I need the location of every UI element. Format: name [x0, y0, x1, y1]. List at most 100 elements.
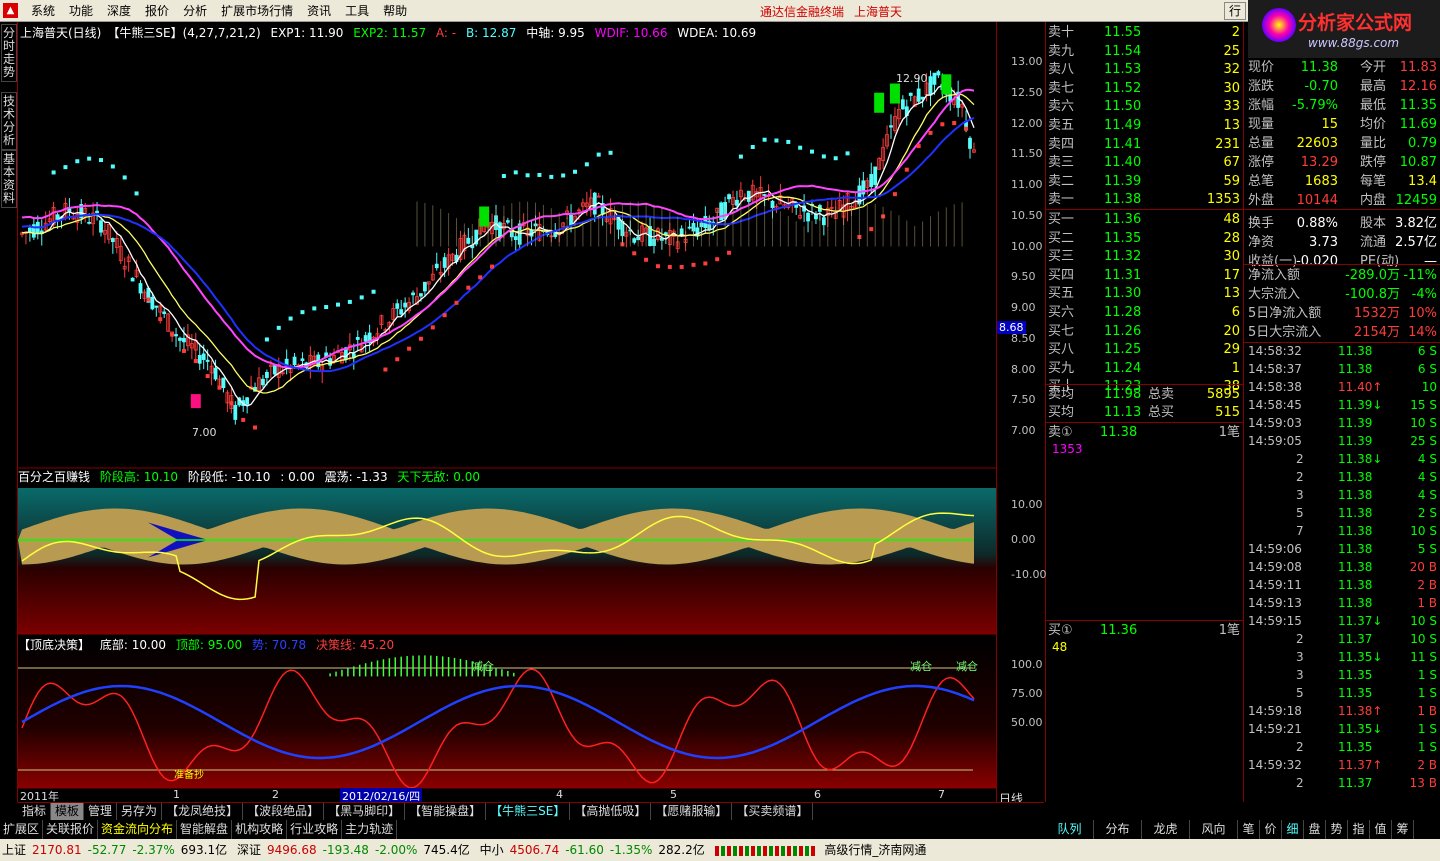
buy1-row[interactable]: 买① 11.36 1笔	[1046, 622, 1244, 640]
left-tab-0[interactable]: 分时走势	[1, 24, 17, 82]
buy-row[interactable]: 买四 11.31 17	[1046, 267, 1244, 285]
stop-dot	[561, 173, 566, 178]
quote-value: 10144	[1296, 193, 1338, 208]
sell-row[interactable]: 卖五 11.49 13	[1046, 117, 1244, 135]
quote-value: -5.79%	[1292, 98, 1338, 113]
right-tab-9[interactable]: 指	[1348, 820, 1370, 839]
sell1-row[interactable]: 卖① 11.38 1笔	[1046, 424, 1244, 442]
sell-row[interactable]: 卖二 11.39 59	[1046, 173, 1244, 191]
buy-row[interactable]: 买八 11.25 29	[1046, 341, 1244, 359]
buy-row[interactable]: 买六 11.28 6	[1046, 304, 1244, 322]
price-tick: 9.50	[1011, 270, 1036, 284]
candle-body	[498, 222, 502, 239]
menu-item-4[interactable]: 分析	[176, 3, 214, 19]
price-tick: 10.00	[1011, 239, 1043, 253]
right-tab-8[interactable]: 势	[1326, 820, 1348, 839]
template-tab-6[interactable]: 【黑马脚印】	[324, 803, 406, 820]
window-button[interactable]: 行	[1224, 2, 1246, 20]
right-tab-6[interactable]: 细	[1282, 820, 1304, 839]
quote-label: 外盘	[1248, 193, 1275, 208]
sell-row[interactable]: 卖十 11.55 2	[1046, 24, 1244, 42]
right-tab-2[interactable]: 龙虎	[1142, 820, 1190, 839]
right-tab-7[interactable]: 盘	[1304, 820, 1326, 839]
tick-volume: 4 S	[1417, 470, 1437, 484]
tick-row: 14:58:38 11.40↑ 10	[1244, 378, 1440, 396]
sell-row[interactable]: 卖三 11.40 67	[1046, 154, 1244, 172]
buy-row[interactable]: 买五 11.30 13	[1046, 285, 1244, 303]
buy-row[interactable]: 买九 11.24 1	[1046, 360, 1244, 378]
stop-dot	[821, 154, 826, 159]
template-tab-7[interactable]: 【智能操盘】	[405, 803, 487, 820]
chart-svg[interactable]	[18, 22, 996, 802]
candle-body	[735, 199, 739, 206]
sell-row[interactable]: 卖九 11.54 25	[1046, 43, 1244, 61]
template-tab-9[interactable]: 【高抛低吸】	[570, 803, 652, 820]
tick-time: 14:59:05	[1248, 434, 1302, 448]
right-tab-4[interactable]: 笔	[1238, 820, 1260, 839]
template-tab-1[interactable]: 模板	[51, 803, 85, 820]
template-tab-8[interactable]: 【牛熊三SE】	[486, 803, 571, 820]
time-m6: 6	[814, 788, 821, 801]
stop-dot	[300, 310, 305, 315]
right-tab-5[interactable]: 价	[1260, 820, 1282, 839]
sell-row[interactable]: 卖六 11.50 33	[1046, 98, 1244, 116]
extension-tab-1[interactable]: 关联报价	[43, 820, 99, 839]
sell-price: 11.49	[1104, 118, 1142, 133]
buy-row[interactable]: 买一 11.36 48	[1046, 211, 1244, 229]
template-tab-5[interactable]: 【波段绝品】	[243, 803, 325, 820]
tick-row: 14:59:03 11.39 10 S	[1244, 414, 1440, 432]
right-tab-11[interactable]: 筹	[1392, 820, 1414, 839]
buy-row[interactable]: 买三 11.32 30	[1046, 248, 1244, 266]
extension-tab-2[interactable]: 资金流向分布	[98, 820, 178, 839]
menu-item-6[interactable]: 资讯	[300, 3, 338, 19]
template-tab-10[interactable]: 【愿赌服输】	[651, 803, 733, 820]
right-tab-1[interactable]: 分布	[1094, 820, 1142, 839]
candle-body	[272, 365, 277, 375]
buy-row[interactable]: 买二 11.35 28	[1046, 230, 1244, 248]
template-tab-0[interactable]: 指标	[18, 803, 52, 820]
template-tab-3[interactable]: 另存为	[117, 803, 163, 820]
sell-row[interactable]: 卖八 11.53 32	[1046, 61, 1244, 79]
pane2-title[interactable]: 百分之百赚钱	[18, 470, 90, 484]
right-tab-3[interactable]: 风向	[1190, 820, 1238, 839]
menu-item-0[interactable]: 系统	[24, 3, 62, 19]
quote-label: 今开	[1360, 60, 1387, 75]
stop-dot	[134, 191, 139, 196]
sell-volume: 25	[1223, 43, 1240, 59]
tick-volume: 15 S	[1410, 398, 1437, 412]
quote-value: 11.35	[1399, 98, 1437, 113]
template-tab-2[interactable]: 管理	[84, 803, 118, 820]
sell-row[interactable]: 卖四 11.41 231	[1046, 136, 1244, 154]
quote-row: 涨幅 -5.79% 最低 11.35	[1244, 96, 1440, 115]
tick-volume: 2 S	[1417, 506, 1437, 520]
app-icon[interactable]: ▲	[3, 3, 18, 18]
menu-item-7[interactable]: 工具	[338, 3, 376, 19]
extension-tab-4[interactable]: 机构攻略	[232, 820, 288, 839]
buy-row[interactable]: 买七 11.26 20	[1046, 323, 1244, 341]
stop-dot	[253, 425, 258, 430]
template-tab-4[interactable]: 【龙凤绝技】	[162, 803, 244, 820]
quote-value: 13.4	[1408, 174, 1437, 189]
template-tab-11[interactable]: 【买卖频谱】	[732, 803, 814, 820]
menu-item-8[interactable]: 帮助	[376, 3, 414, 19]
right-tab-0[interactable]: 队列	[1046, 820, 1094, 839]
pane3-title[interactable]: 【顶底决策】	[18, 638, 90, 652]
left-tab-2[interactable]: 基本资料	[1, 150, 17, 208]
right-tab-10[interactable]: 值	[1370, 820, 1392, 839]
menu-item-3[interactable]: 报价	[138, 3, 176, 19]
menu-item-2[interactable]: 深度	[100, 3, 138, 19]
hq-label[interactable]: 高级行情_济南网通	[824, 843, 926, 857]
candle-body	[916, 88, 921, 102]
chart-area[interactable]: 上海普天(日线) 【牛熊三SE】(4,27,7,21,2) EXP1: 11.90…	[18, 22, 996, 804]
menu-item-1[interactable]: 功能	[62, 3, 100, 19]
extension-tab-5[interactable]: 行业攻略	[287, 820, 343, 839]
left-tab-1[interactable]: 技术分析	[1, 92, 17, 150]
extension-tab-6[interactable]: 主力轨迹	[342, 820, 398, 839]
menu-item-5[interactable]: 扩展市场行情	[214, 3, 300, 19]
extension-tab-3[interactable]: 智能解盘	[177, 820, 233, 839]
indicator-name[interactable]: 【牛熊三SE】	[107, 26, 182, 40]
sell-row[interactable]: 卖一 11.38 1353	[1046, 191, 1244, 209]
sell-row[interactable]: 卖七 11.52 30	[1046, 80, 1244, 98]
extension-tab-0[interactable]: 扩展区	[0, 820, 44, 839]
candle-body	[245, 397, 250, 405]
